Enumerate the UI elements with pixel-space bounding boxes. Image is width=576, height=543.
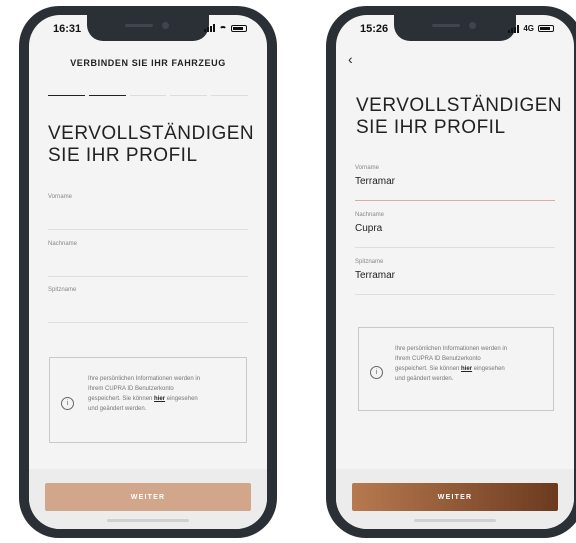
wifi-icon	[219, 26, 227, 34]
info-text: Ihre persönlichen Informationen werden i…	[88, 374, 200, 414]
info-line-text: eingesehen	[165, 396, 198, 402]
status-time: 16:31	[53, 23, 82, 35]
last-name-field[interactable]: Nachname	[48, 241, 248, 277]
page-title-line: SIE IHR PROFIL	[48, 145, 198, 166]
page-title-line: SIE IHR PROFIL	[356, 117, 506, 138]
page-title-line: VERVOLLSTÄNDIGEN	[48, 123, 255, 144]
weiter-button[interactable]: WEITER	[45, 483, 251, 511]
phone-screen-left: 16:31 VERBINDEN SIE IHR FAHRZEUG VERVOLL…	[29, 15, 267, 529]
info-icon: i	[370, 366, 383, 379]
network-label: 4G	[523, 24, 534, 33]
info-line-text: eingesehen	[472, 366, 505, 372]
nickname-field[interactable]: Spitzname	[48, 287, 248, 323]
field-underline	[48, 229, 248, 230]
home-indicator	[107, 519, 189, 522]
progress-step	[211, 95, 248, 96]
field-label: Spitzname	[48, 287, 77, 293]
field-value[interactable]: Terramar	[355, 270, 555, 281]
bottom-bar: WEITER	[336, 469, 574, 529]
phone-screen-right: 15:26 4G ‹ VERVOLLSTÄNDIGEN SIE IHR PROF…	[336, 15, 574, 529]
weiter-button[interactable]: WEITER	[352, 483, 558, 511]
battery-icon	[538, 25, 554, 32]
info-line-text: gespeichert. Sie können	[88, 396, 155, 402]
home-indicator	[414, 519, 496, 522]
page-title: VERVOLLSTÄNDIGEN SIE IHR PROFIL	[356, 95, 562, 139]
field-label: Nachname	[48, 241, 78, 247]
info-icon: i	[61, 397, 74, 410]
info-line: Ihre persönlichen Informationen werden i…	[88, 376, 201, 382]
field-label: Nachname	[355, 212, 385, 218]
bottom-bar: WEITER	[29, 469, 267, 529]
info-line: Ihre persönlichen Informationen werden i…	[395, 346, 508, 352]
field-underline	[355, 200, 555, 201]
field-label: Vorname	[355, 165, 380, 171]
info-line: gespeichert. Sie können hier eingesehen	[88, 394, 200, 404]
notch	[87, 15, 209, 41]
field-value[interactable]: Terramar	[355, 176, 555, 187]
hier-link[interactable]: hier	[461, 366, 472, 372]
signal-icon	[508, 24, 520, 33]
field-underline	[48, 276, 248, 277]
progress-step	[170, 95, 208, 96]
info-line: Ihrem CUPRA ID Benutzerkonto	[395, 356, 481, 362]
field-label: Vorname	[48, 194, 73, 200]
field-underline	[355, 294, 555, 295]
info-text: Ihre persönlichen Informationen werden i…	[395, 344, 507, 384]
status-icons	[204, 24, 247, 32]
battery-icon	[231, 24, 247, 32]
field-label: Spitzname	[355, 259, 384, 265]
field-underline	[355, 247, 555, 248]
phone-frame-right: 15:26 4G ‹ VERVOLLSTÄNDIGEN SIE IHR PROF…	[326, 6, 576, 538]
last-name-field[interactable]: Nachname Cupra	[355, 212, 555, 248]
field-underline	[48, 322, 248, 323]
info-line: gespeichert. Sie können hier eingesehen	[395, 364, 507, 374]
info-box: i Ihre persönlichen Informationen werden…	[49, 357, 247, 443]
progress-step	[88, 95, 126, 96]
page-title-line: VERVOLLSTÄNDIGEN	[356, 95, 563, 116]
chevron-left-icon[interactable]: ‹	[348, 51, 353, 67]
phone-frame-left: 16:31 VERBINDEN SIE IHR FAHRZEUG VERVOLL…	[19, 6, 277, 538]
header-title: VERBINDEN SIE IHR FAHRZEUG	[70, 58, 226, 68]
nickname-field[interactable]: Spitzname Terramar	[355, 259, 555, 295]
signal-icon	[204, 24, 215, 32]
info-line: und geändert werden.	[88, 406, 147, 412]
status-icons: 4G	[508, 24, 554, 33]
info-box: i Ihre persönlichen Informationen werden…	[358, 327, 554, 411]
field-value[interactable]: Cupra	[355, 223, 555, 234]
info-line-text: gespeichert. Sie können	[395, 366, 462, 372]
status-time: 15:26	[360, 23, 389, 35]
first-name-field[interactable]: Vorname Terramar	[355, 165, 555, 201]
info-line: und geändert werden.	[395, 376, 454, 382]
progress-step	[48, 95, 85, 96]
hier-link[interactable]: hier	[154, 396, 165, 402]
first-name-field[interactable]: Vorname	[48, 194, 248, 230]
info-line: Ihrem CUPRA ID Benutzerkonto	[88, 386, 174, 392]
notch	[394, 15, 516, 41]
progress-step	[129, 95, 167, 96]
page-title: VERVOLLSTÄNDIGEN SIE IHR PROFIL	[48, 123, 254, 167]
progress-indicator	[48, 95, 248, 96]
